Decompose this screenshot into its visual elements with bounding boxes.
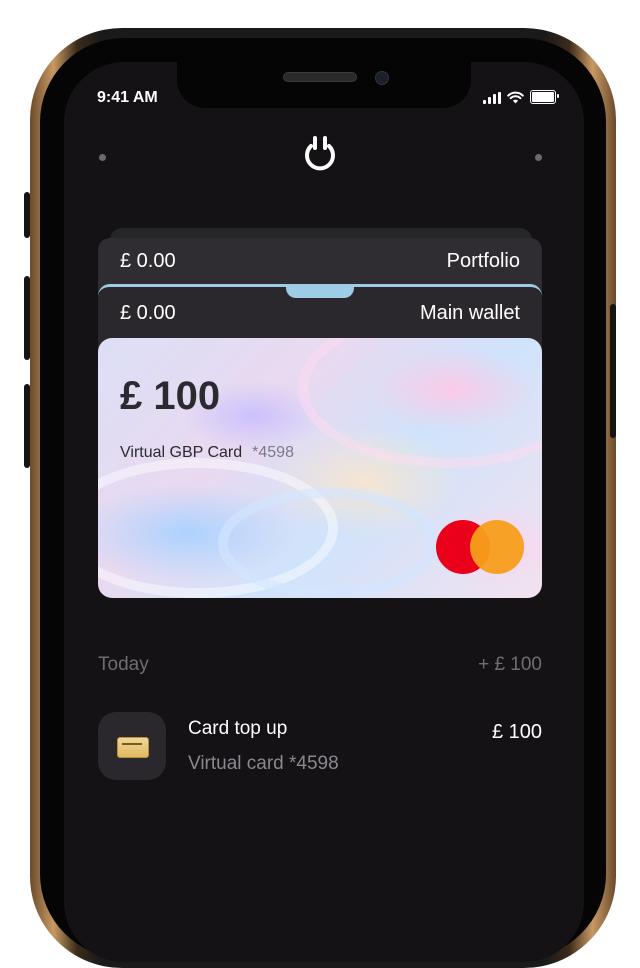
- wifi-icon: [507, 91, 524, 104]
- volume-down-button: [24, 384, 30, 468]
- app-logo-icon: [305, 136, 335, 171]
- phone-screen: 9:41 AM £ 0.00 Portfolio £ 0.00 Main wal…: [64, 62, 584, 962]
- portfolio-amount: £ 0.00: [120, 250, 176, 272]
- status-icons: [483, 90, 559, 104]
- transactions-section-header: Today + £ 100: [98, 654, 542, 676]
- silent-switch: [24, 192, 30, 238]
- notch: [177, 62, 471, 108]
- card-number: *4598: [252, 444, 294, 461]
- wallet-tab: [286, 284, 354, 298]
- section-total: + £ 100: [478, 654, 542, 675]
- front-camera: [375, 71, 389, 85]
- power-button: [610, 304, 616, 438]
- transaction-title: Card top up: [188, 718, 288, 739]
- card-balance: £ 100: [120, 374, 221, 418]
- transaction-amount: £ 100: [491, 721, 542, 743]
- section-label: Today: [98, 654, 149, 675]
- mastercard-logo-icon: [436, 520, 526, 574]
- main-wallet-amount: £ 0.00: [120, 302, 176, 324]
- menu-dot-right[interactable]: [535, 154, 542, 161]
- battery-icon: [530, 90, 559, 104]
- main-wallet-name: Main wallet: [419, 302, 520, 324]
- holographic-swirl: [298, 338, 542, 468]
- status-time: 9:41 AM: [97, 89, 158, 106]
- portfolio-name: Portfolio: [446, 250, 520, 272]
- speaker-grille: [283, 72, 357, 82]
- transaction-row[interactable]: Card top up Virtual card *4598 £ 100: [98, 712, 542, 782]
- transaction-icon-tile: [98, 712, 166, 780]
- volume-up-button: [24, 276, 30, 360]
- card-icon: [117, 737, 149, 758]
- virtual-gbp-card[interactable]: £ 100 Virtual GBP Card *4598: [98, 338, 542, 598]
- transaction-subtitle: Virtual card *4598: [188, 753, 339, 774]
- card-label: Virtual GBP Card *4598: [120, 444, 294, 462]
- card-type-label: Virtual GBP Card: [120, 444, 243, 461]
- holographic-swirl: [218, 488, 438, 598]
- menu-dot-left[interactable]: [99, 154, 106, 161]
- cellular-signal-icon: [483, 92, 501, 104]
